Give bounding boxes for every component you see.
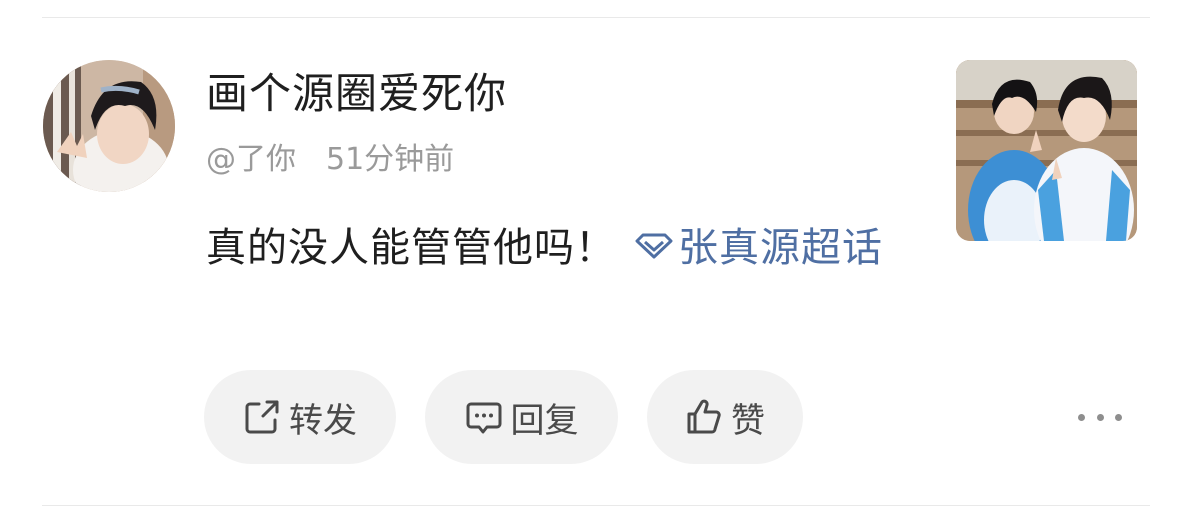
share-icon bbox=[245, 400, 279, 434]
post-text: 真的没人能管管他吗！ bbox=[206, 225, 616, 271]
more-icon[interactable] bbox=[1078, 403, 1122, 431]
post-image-photo bbox=[956, 60, 1137, 241]
repost-label: 转发 bbox=[289, 400, 357, 441]
diamond-icon bbox=[635, 233, 673, 259]
top-divider bbox=[42, 17, 1150, 18]
avatar[interactable] bbox=[43, 60, 175, 192]
more-dot bbox=[1096, 413, 1104, 421]
topic-link[interactable]: 张真源超话 bbox=[616, 225, 883, 271]
like-label: 赞 bbox=[731, 400, 765, 441]
repost-button[interactable]: 转发 bbox=[204, 370, 396, 464]
post-time: 51分钟前 bbox=[326, 142, 455, 177]
bottom-divider bbox=[42, 505, 1150, 506]
avatar-image bbox=[43, 60, 175, 192]
topic-label: 张真源超话 bbox=[678, 225, 883, 271]
post-image[interactable] bbox=[956, 60, 1137, 241]
reply-to-handle[interactable]: @了你 bbox=[206, 142, 296, 177]
thumbs-up-icon bbox=[687, 399, 721, 434]
post-content: 真的没人能管管他吗！ 张真源超话 bbox=[206, 214, 896, 282]
reply-button[interactable]: 回复 bbox=[425, 370, 618, 464]
more-dot bbox=[1115, 413, 1122, 421]
comment-icon bbox=[466, 402, 501, 434]
post-meta: @了你 51分钟前 bbox=[206, 138, 454, 182]
reply-label: 回复 bbox=[510, 400, 579, 441]
more-dot bbox=[1078, 413, 1085, 421]
author-name[interactable]: 画个源圈爱死你 bbox=[206, 66, 507, 122]
like-button[interactable]: 赞 bbox=[647, 370, 803, 464]
